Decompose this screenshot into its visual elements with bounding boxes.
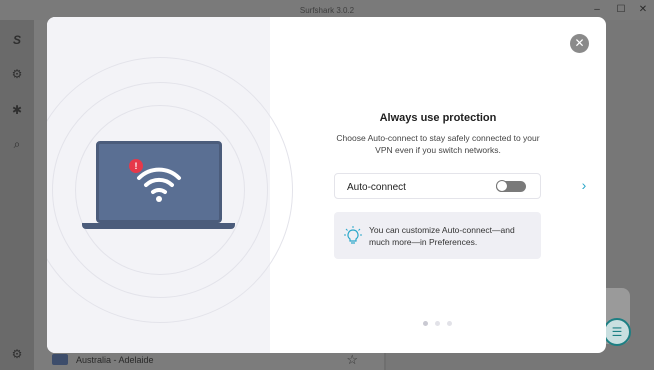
pager-dot[interactable]	[435, 321, 440, 326]
window-close-button[interactable]: ✕	[634, 2, 652, 18]
surfshark-logo-icon[interactable]: S	[9, 32, 25, 48]
minimize-button[interactable]: –	[588, 2, 606, 18]
lightbulb-icon	[344, 226, 362, 244]
pager-dot-active[interactable]	[423, 321, 428, 326]
chat-icon[interactable]: ☰	[603, 318, 631, 346]
bug-icon[interactable]: ✱	[9, 102, 25, 118]
australia-flag-icon	[52, 354, 68, 365]
search-icon[interactable]: ⌕	[9, 136, 25, 152]
chevron-right-icon[interactable]: ›	[577, 177, 591, 193]
star-icon[interactable]: ☆	[346, 352, 358, 368]
preferences-info-text: You can customize Auto-connect—and much …	[369, 225, 515, 247]
laptop-base	[82, 223, 235, 229]
close-icon[interactable]: ✕	[570, 34, 589, 53]
preferences-info-box: You can customize Auto-connect—and much …	[334, 212, 541, 259]
illustration-panel: !	[47, 17, 293, 353]
maximize-button[interactable]: ☐	[612, 2, 630, 18]
auto-connect-modal: ! ✕ Always use protection Choose Auto-co…	[47, 17, 606, 353]
auto-connect-toggle[interactable]	[496, 180, 526, 192]
settings-icon[interactable]: ⚙	[9, 66, 25, 82]
wifi-icon	[137, 167, 181, 202]
toggle-knob	[496, 180, 508, 192]
server-row[interactable]: Australia - Adelaide ☆	[50, 352, 380, 370]
auto-connect-label: Auto-connect	[347, 182, 406, 193]
alert-icon: !	[129, 159, 143, 173]
sidebar: S ⚙ ✱ ⌕ ⚙	[0, 20, 34, 370]
modal-subtext: Choose Auto-connect to stay safely conne…	[336, 133, 540, 155]
gear-icon[interactable]: ⚙	[9, 346, 25, 362]
pager-dot[interactable]	[447, 321, 452, 326]
modal-heading: Always use protection	[379, 112, 497, 124]
window-title: Surfshark 3.0.2	[299, 6, 355, 15]
server-name: Australia - Adelaide	[76, 355, 154, 365]
auto-connect-row[interactable]: Auto-connect	[334, 173, 541, 199]
